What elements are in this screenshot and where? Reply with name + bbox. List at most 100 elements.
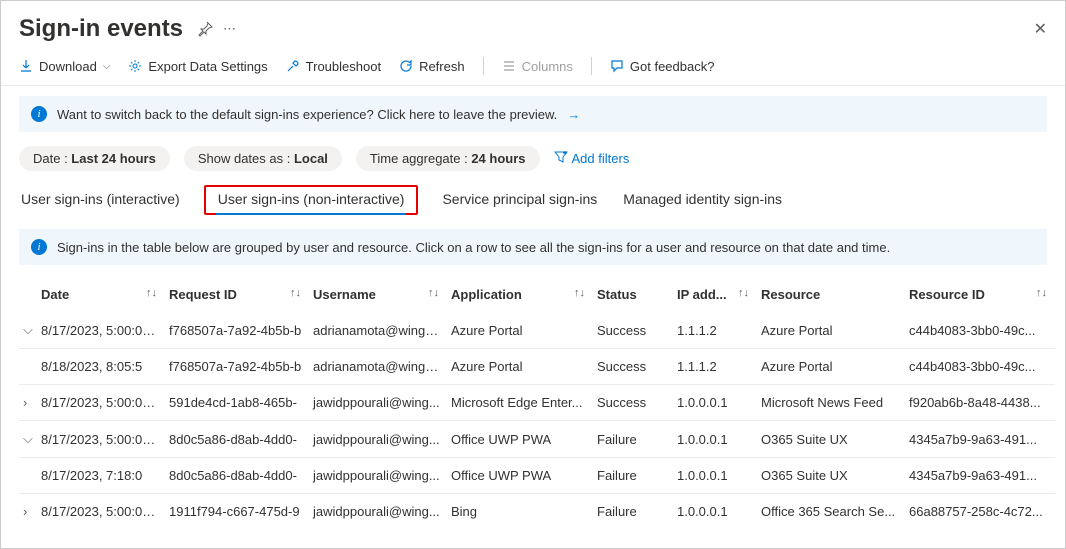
wrench-icon [286, 59, 300, 73]
tab-service-principal[interactable]: Service principal sign-ins [440, 185, 599, 215]
cell-date: 8/18/2023, 8:05:5 [37, 349, 165, 385]
cell-date: 8/17/2023, 7:18:0 [37, 458, 165, 494]
expand-toggle[interactable]: ⌵ [19, 421, 37, 458]
cell-status: Failure [593, 421, 673, 458]
cell-username: jawidppourali@wing... [309, 494, 447, 530]
sort-icon: ↑↓ [146, 287, 157, 299]
table-row[interactable]: ›8/17/2023, 5:00:00 P1911f794-c667-475d-… [19, 494, 1055, 530]
cell-resource-id: 66a88757-258c-4c72... [905, 494, 1055, 530]
preview-banner[interactable]: i Want to switch back to the default sig… [19, 96, 1047, 132]
more-icon[interactable]: ⋯ [223, 21, 236, 37]
cell-resource-id: 4345a7b9-9a63-491... [905, 458, 1055, 494]
table-row[interactable]: 8/18/2023, 8:05:5f768507a-7a92-4b5b-badr… [19, 349, 1055, 385]
table-row[interactable]: ›8/17/2023, 5:00:00 P591de4cd-1ab8-465b-… [19, 385, 1055, 421]
troubleshoot-label: Troubleshoot [306, 59, 381, 74]
col-status-label: Status [597, 287, 637, 302]
col-request-id[interactable]: Request ID↑↓ [165, 277, 309, 312]
tabs: User sign-ins (interactive) User sign-in… [1, 181, 1065, 215]
arrow-right-icon: → [567, 107, 580, 122]
cell-application: Azure Portal [447, 349, 593, 385]
refresh-icon [399, 59, 413, 73]
cell-request-id: f768507a-7a92-4b5b-b [165, 312, 309, 349]
chevron-icon: ⌵ [23, 431, 35, 447]
filter-agg-value: 24 hours [471, 151, 525, 166]
cell-resource: O365 Suite UX [757, 421, 905, 458]
cell-username: adrianamota@wingti... [309, 349, 447, 385]
col-application[interactable]: Application↑↓ [447, 277, 593, 312]
col-ip[interactable]: IP add...↑↓ [673, 277, 757, 312]
col-username[interactable]: Username↑↓ [309, 277, 447, 312]
export-button[interactable]: Export Data Settings [128, 59, 267, 74]
cell-application: Office UWP PWA [447, 458, 593, 494]
page-header: Sign-in events ⋯ ✕ [1, 1, 1065, 51]
cell-ip: 1.0.0.0.1 [673, 494, 757, 530]
expand-toggle[interactable]: › [19, 385, 37, 421]
add-filter-button[interactable]: Add filters [554, 150, 630, 167]
expand-toggle[interactable] [19, 349, 37, 385]
cell-ip: 1.0.0.0.1 [673, 385, 757, 421]
cell-username: jawidppourali@wing... [309, 458, 447, 494]
col-expand [19, 277, 37, 312]
columns-icon [502, 59, 516, 73]
filter-date-label: Date : [33, 151, 71, 166]
cell-ip: 1.1.1.2 [673, 349, 757, 385]
filter-show-dates[interactable]: Show dates as : Local [184, 146, 342, 171]
cell-resource-id: c44b4083-3bb0-49c... [905, 312, 1055, 349]
cell-application: Microsoft Edge Enter... [447, 385, 593, 421]
toolbar-divider [483, 57, 484, 75]
cell-date: 8/17/2023, 5:00:00 P [37, 385, 165, 421]
col-date-label: Date [41, 287, 69, 302]
sort-icon: ↑↓ [738, 287, 749, 299]
columns-label: Columns [522, 59, 573, 74]
feedback-label: Got feedback? [630, 59, 715, 74]
filter-agg-label: Time aggregate : [370, 151, 471, 166]
col-resource-id[interactable]: Resource ID↑↓ [905, 277, 1055, 312]
chevron-icon: › [23, 395, 35, 410]
cell-status: Success [593, 349, 673, 385]
col-username-label: Username [313, 287, 376, 302]
expand-toggle[interactable]: ⌵ [19, 312, 37, 349]
highlighted-tab: User sign-ins (non-interactive) [204, 185, 419, 215]
filter-icon [554, 150, 568, 167]
cell-resource: O365 Suite UX [757, 458, 905, 494]
close-icon[interactable]: ✕ [1034, 19, 1047, 39]
cell-request-id: 1911f794-c667-475d-9 [165, 494, 309, 530]
cell-application: Office UWP PWA [447, 421, 593, 458]
col-resource[interactable]: Resource [757, 277, 905, 312]
troubleshoot-button[interactable]: Troubleshoot [286, 59, 381, 74]
feedback-icon [610, 59, 624, 73]
table-row[interactable]: ⌵8/17/2023, 5:00:00 Pf768507a-7a92-4b5b-… [19, 312, 1055, 349]
cell-status: Failure [593, 494, 673, 530]
cell-request-id: 8d0c5a86-d8ab-4dd0- [165, 421, 309, 458]
cell-resource: Microsoft News Feed [757, 385, 905, 421]
grouping-info-banner: i Sign-ins in the table below are groupe… [19, 229, 1047, 265]
cell-status: Failure [593, 458, 673, 494]
cell-resource: Office 365 Search Se... [757, 494, 905, 530]
col-status[interactable]: Status [593, 277, 673, 312]
refresh-button[interactable]: Refresh [399, 59, 465, 74]
preview-banner-text: Want to switch back to the default sign-… [57, 107, 557, 122]
pin-icon[interactable] [197, 21, 213, 37]
table-row[interactable]: ⌵8/17/2023, 5:00:00 P8d0c5a86-d8ab-4dd0-… [19, 421, 1055, 458]
cell-application: Azure Portal [447, 312, 593, 349]
col-date[interactable]: Date ↑↓ [37, 277, 165, 312]
filter-time-aggregate[interactable]: Time aggregate : 24 hours [356, 146, 540, 171]
chevron-down-icon: ⌵ [103, 61, 111, 72]
tab-managed-identity[interactable]: Managed identity sign-ins [621, 185, 784, 215]
table-header-row: Date↑↓ Request ID↑↓ Username↑↓ Applicati… [19, 277, 1055, 312]
table-row[interactable]: 8/17/2023, 7:18:08d0c5a86-d8ab-4dd0-jawi… [19, 458, 1055, 494]
expand-toggle[interactable] [19, 458, 37, 494]
filter-date[interactable]: Date : Last 24 hours [19, 146, 170, 171]
tab-non-interactive[interactable]: User sign-ins (non-interactive) [216, 185, 407, 215]
col-res-label: Resource [761, 287, 820, 302]
cell-request-id: 8d0c5a86-d8ab-4dd0- [165, 458, 309, 494]
tab-interactive[interactable]: User sign-ins (interactive) [19, 185, 182, 215]
add-filter-label: Add filters [572, 151, 630, 166]
columns-button: Columns [502, 59, 573, 74]
feedback-button[interactable]: Got feedback? [610, 59, 715, 74]
expand-toggle[interactable]: › [19, 494, 37, 530]
download-button[interactable]: Download ⌵ [19, 59, 110, 74]
refresh-label: Refresh [419, 59, 465, 74]
cell-date: 8/17/2023, 5:00:00 P [37, 421, 165, 458]
sort-icon: ↑↓ [1036, 287, 1047, 299]
